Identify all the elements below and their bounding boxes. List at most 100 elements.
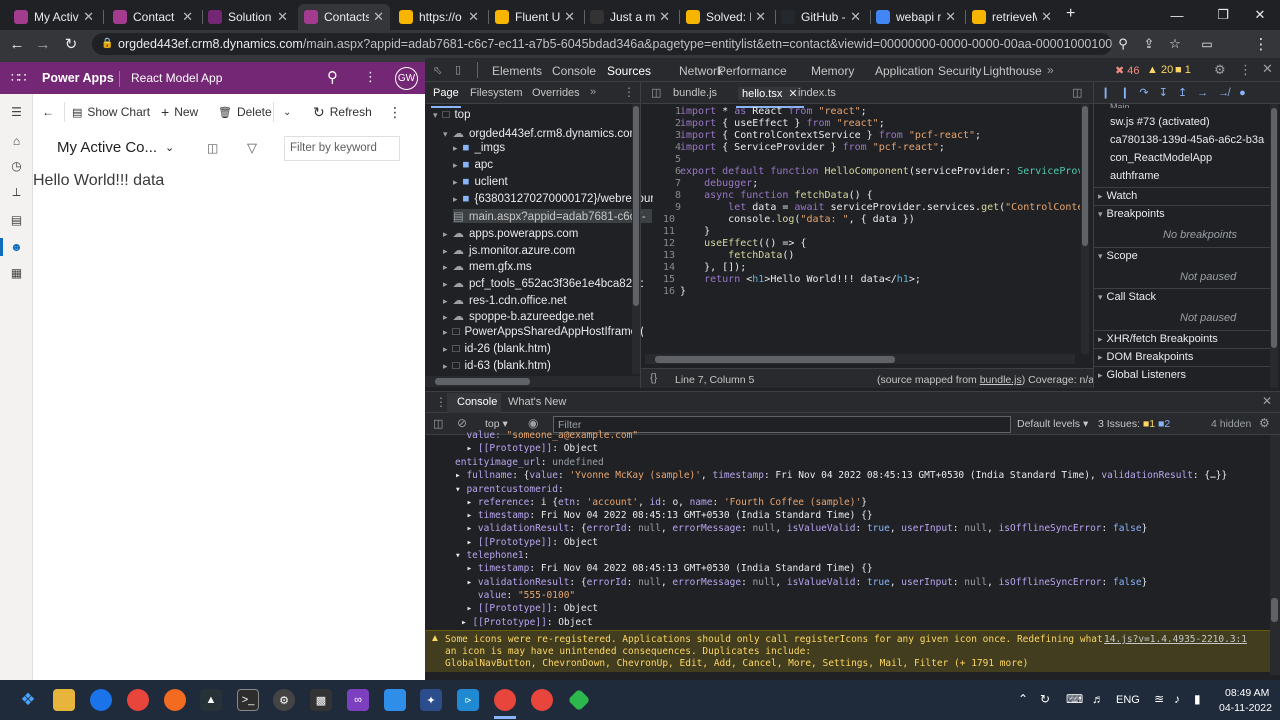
language-indicator[interactable]: ENG [1116, 694, 1140, 706]
home-icon[interactable]: ⌂ [9, 133, 24, 148]
expand-arrow-icon[interactable]: ▸ [453, 177, 458, 187]
context-select[interactable]: top ▾ [485, 418, 508, 430]
section-header[interactable]: ▸ XHR/fetch Breakpoints [1098, 333, 1218, 345]
bundle-link[interactable]: bundle.js [980, 374, 1022, 386]
delete-button[interactable]: 🗑 Delete [218, 104, 272, 120]
settings-app-icon[interactable]: ⚙ [273, 689, 295, 711]
chevron-down-icon[interactable]: ⌄ [283, 104, 291, 120]
more-icon[interactable]: ⋮ [364, 69, 377, 85]
thread-item[interactable]: sw.js #73 (activated) [1110, 116, 1210, 128]
user-avatar[interactable]: GW [395, 67, 418, 90]
expand-arrow-icon[interactable]: ▸ [443, 262, 448, 272]
expand-arrow-icon[interactable]: ▾ [433, 110, 438, 120]
clock-date[interactable]: 04-11-2022 [1219, 702, 1272, 714]
expand-arrow-icon[interactable]: ▸ [443, 312, 448, 322]
tree-item[interactable]: ▸ ☁ js.monitor.azure.com [443, 243, 575, 257]
overflow-icon[interactable]: ⋮ [388, 104, 402, 120]
wifi-icon[interactable]: ≊ [1154, 692, 1164, 706]
expand-arrow-icon[interactable]: ▸ [453, 160, 458, 170]
new-button[interactable]: + New [161, 104, 198, 120]
tree-item[interactable]: ▸ ☁ mem.gfx.ms [443, 259, 532, 273]
devtools-tab-network[interactable]: Network [679, 64, 723, 78]
app-launcher-icon[interactable]: ∷∷ [11, 70, 27, 86]
visual-studio-icon[interactable]: ∞ [347, 689, 369, 711]
tree-hscrollbar[interactable] [435, 378, 530, 385]
live-expression-icon[interactable]: ◉ [528, 416, 538, 430]
app-name[interactable]: React Model App [131, 71, 222, 85]
zoom-icon[interactable]: ⚲ [1112, 34, 1134, 54]
close-window-icon[interactable]: ✕ [1240, 0, 1280, 30]
thread-item[interactable]: authframe [1110, 170, 1160, 182]
tree-item[interactable]: ▸ ■ _imgs [453, 142, 505, 154]
tab-close-icon[interactable]: ✕ [850, 9, 861, 25]
reload-icon[interactable]: ↻ [60, 34, 82, 54]
tab-close-icon[interactable]: ✕ [83, 9, 94, 25]
tree-item[interactable]: ▸ ■ apc [453, 159, 493, 171]
brand-title[interactable]: Power Apps [42, 71, 114, 85]
toggle-debugger-icon[interactable]: ◫ [1072, 86, 1082, 99]
settings-gear-icon[interactable]: ⚙ [1214, 62, 1226, 78]
microphone-icon[interactable]: ♬ [1092, 692, 1104, 706]
more-tabs-icon[interactable]: » [1047, 63, 1054, 77]
thread-item[interactable]: con_ReactModelApp [1110, 152, 1212, 164]
browser-tab[interactable]: Contacts ✕ [298, 4, 390, 30]
whats-new-tab[interactable]: What's New [508, 396, 566, 408]
editor-tab[interactable]: bundle.js [673, 87, 717, 99]
devtools-tab-lighthouse[interactable]: Lighthouse [983, 64, 1042, 78]
debugger-controls[interactable]: ❙❙↷↧↥→↛● [1101, 86, 1256, 99]
tree-item[interactable]: ▸ ☁ res-1.cdn.office.net [443, 293, 567, 307]
console-app-icon[interactable]: ▩ [310, 689, 332, 711]
editor-hscrollbar[interactable] [655, 356, 895, 363]
postman-icon[interactable] [164, 689, 186, 711]
navigator-tab-filesystem[interactable]: Filesystem [470, 87, 523, 99]
inspect-icon[interactable]: ⬁ [433, 64, 442, 77]
battery-icon[interactable]: ▮ [1194, 692, 1201, 706]
url-field[interactable]: 🔒 orgded443ef.crm8.dynamics.com/main.asp… [92, 33, 1112, 55]
tree-item[interactable]: ▸ ■ {638031270270000172}/webresour [453, 193, 653, 205]
tree-item[interactable]: ▸ ☁ apps.powerapps.com [443, 226, 578, 240]
clear-console-icon[interactable]: ⊘ [457, 416, 467, 430]
toggle-navigator-icon[interactable]: ◫ [651, 86, 661, 99]
notepad-icon[interactable] [384, 689, 406, 711]
refresh-button[interactable]: ↻ Refresh [313, 104, 372, 120]
minimize-icon[interactable]: — [1154, 0, 1200, 30]
file-explorer-icon[interactable] [53, 689, 75, 711]
tab-close-icon[interactable]: ✕ [945, 9, 956, 25]
info-count[interactable]: ■ 1 [1175, 64, 1191, 76]
thread-item[interactable]: ca780138-139d-45a6-a6c2-b3a... [1110, 134, 1265, 146]
tree-item[interactable]: ▾ ☁ orgded443ef.crm8.dynamics.com [443, 126, 639, 140]
contact-icon[interactable]: ☻ [9, 239, 24, 254]
section-header[interactable]: ▸ DOM Breakpoints [1098, 351, 1193, 363]
tree-item[interactable]: ▸ □ PowerAppsSharedAppHostIframe (cd [443, 326, 643, 338]
hamburger-icon[interactable]: ☰ [9, 104, 24, 119]
section-header[interactable]: ▸ Watch [1098, 190, 1137, 202]
tab-close-icon[interactable]: ✕ [755, 9, 766, 25]
section-header[interactable]: ▾ Breakpoints [1098, 208, 1165, 220]
devtools-tab-memory[interactable]: Memory [811, 64, 854, 78]
edit-columns-icon[interactable]: ◫ [207, 141, 218, 155]
tree-item[interactable]: ▸ ☁ spoppe-b.azureedge.net [443, 309, 594, 323]
pin-icon[interactable]: ⟂ [9, 185, 24, 200]
share-icon[interactable]: ⇪ [1138, 34, 1160, 54]
tool-icon[interactable]: ✦ [420, 689, 442, 711]
devtools-tab-sources[interactable]: Sources [604, 64, 654, 85]
warning-source-link[interactable]: 14.js?v=1.4.4935-2210.3:1 [1104, 634, 1247, 645]
chrome-icon[interactable] [127, 689, 149, 711]
editor-tab[interactable]: hello.tsx ✕ [736, 87, 804, 108]
tree-item[interactable]: ▾ □ top [433, 109, 470, 121]
console-settings-icon[interactable]: ⚙ [1259, 416, 1270, 430]
error-count[interactable]: ✖ 46 [1115, 64, 1140, 77]
devtools-menu-icon[interactable]: ⋮ [1239, 62, 1252, 78]
expand-arrow-icon[interactable]: ▸ [453, 143, 458, 153]
devtools-tab-performance[interactable]: Performance [718, 64, 787, 78]
tray-sync-icon[interactable]: ↻ [1040, 692, 1050, 706]
nav-more-icon[interactable]: » [590, 86, 596, 98]
sidepanel-icon[interactable]: ▭ [1196, 34, 1218, 54]
expand-arrow-icon[interactable]: ▸ [453, 194, 458, 204]
star-icon[interactable]: ☆ [1164, 34, 1186, 54]
view-title[interactable]: My Active Co... [57, 139, 157, 156]
close-devtools-icon[interactable]: ✕ [1262, 61, 1273, 77]
expand-arrow-icon[interactable]: ▸ [443, 361, 448, 371]
devtools-tab-console[interactable]: Console [552, 64, 596, 78]
section-header[interactable]: ▸ Global Listeners [1098, 369, 1186, 381]
